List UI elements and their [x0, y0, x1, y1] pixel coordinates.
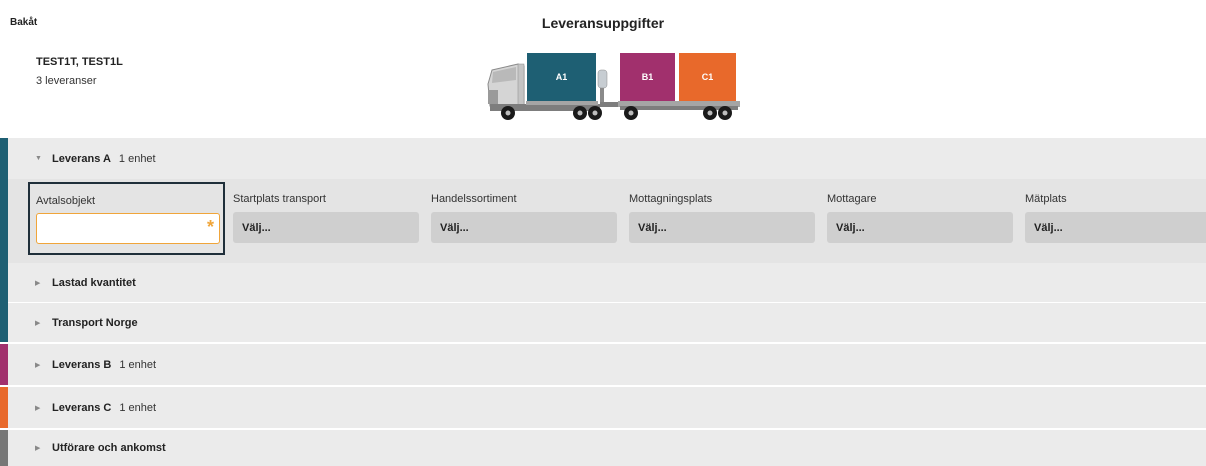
leverans-a-fields: Avtalsobjekt * Startplats transport Välj…: [8, 179, 1206, 263]
leverans-c-label: Leverans C: [52, 401, 112, 414]
chevron-right-icon: ▶: [35, 279, 41, 287]
matplats-field: Mätplats: [1025, 179, 1067, 205]
leverans-a-units: 1 enhet: [118, 152, 156, 165]
chevron-down-icon: ▼: [35, 155, 42, 162]
mottagare-label: Mottagare: [827, 193, 877, 205]
required-asterisk-icon: *: [206, 217, 214, 237]
section-leverans-b[interactable]: ▶ Leverans B 1 enhet: [8, 344, 1206, 385]
chevron-right-icon: ▶: [35, 404, 41, 412]
handelssortiment-label: Handelssortiment: [431, 193, 517, 205]
vehicle-name: TEST1T, TEST1L: [36, 56, 123, 68]
chevron-right-icon: ▶: [35, 361, 41, 369]
utforare-stripe: [0, 430, 8, 466]
mottagare-select[interactable]: Välj...: [827, 212, 1013, 243]
page-title: Leveransuppgifter: [541, 15, 665, 31]
section-lastad-kvantitet[interactable]: ▶ Lastad kvantitet: [8, 263, 1206, 302]
transport-norge-label: Transport Norge: [52, 316, 138, 329]
utforare-label: Utförare och ankomst: [52, 442, 166, 454]
section-leverans-a[interactable]: ▼ Leverans A 1 enhet: [8, 138, 1206, 179]
matplats-label: Mätplats: [1025, 193, 1067, 205]
mottagare-field: Mottagare: [827, 179, 877, 205]
deliveries-panel: ▼ Leverans A 1 enhet Avtalsobjekt * Star…: [0, 138, 1206, 466]
chevron-right-icon: ▶: [35, 445, 41, 452]
section-leverans-c[interactable]: ▶ Leverans C 1 enhet: [8, 387, 1206, 428]
leverans-a-label: Leverans A: [52, 152, 111, 165]
header: Bakåt Leveransuppgifter TEST1T, TEST1L 3…: [0, 0, 1206, 138]
chevron-right-icon: ▶: [35, 319, 41, 327]
avtalsobjekt-label: Avtalsobjekt: [36, 195, 96, 207]
leverans-a-stripe: [0, 138, 8, 342]
cargo-c1[interactable]: C1: [679, 53, 736, 101]
matplats-select[interactable]: Välj...: [1025, 212, 1206, 243]
startplats-field: Startplats transport: [233, 179, 326, 205]
section-utforare[interactable]: ▶ Utförare och ankomst: [8, 430, 1206, 466]
truck-diagram: A1 B1 C1: [478, 50, 744, 124]
mottagningsplats-label: Mottagningsplats: [629, 193, 713, 205]
leverans-b-label: Leverans B: [52, 358, 112, 371]
leverans-b-units: 1 enhet: [119, 358, 157, 371]
mottagningsplats-select[interactable]: Välj...: [629, 212, 815, 243]
handelssortiment-field: Handelssortiment: [431, 179, 517, 205]
mottagningsplats-field: Mottagningsplats: [629, 179, 712, 205]
startplats-select[interactable]: Välj...: [233, 212, 419, 243]
cargo-a1[interactable]: A1: [527, 53, 596, 101]
startplats-label: Startplats transport: [233, 193, 326, 205]
avtalsobjekt-input[interactable]: *: [36, 213, 220, 244]
leverans-c-units: 1 enhet: [119, 401, 157, 414]
handelssortiment-select[interactable]: Välj...: [431, 212, 617, 243]
leverans-b-stripe: [0, 344, 8, 385]
lastad-kvantitet-label: Lastad kvantitet: [52, 276, 136, 289]
cargo-b1[interactable]: B1: [620, 53, 675, 101]
leverans-c-stripe: [0, 387, 8, 428]
delivery-count: 3 leveranser: [36, 75, 97, 87]
section-transport-norge[interactable]: ▶ Transport Norge: [8, 303, 1206, 342]
avtalsobjekt-field: Avtalsobjekt *: [28, 182, 225, 255]
